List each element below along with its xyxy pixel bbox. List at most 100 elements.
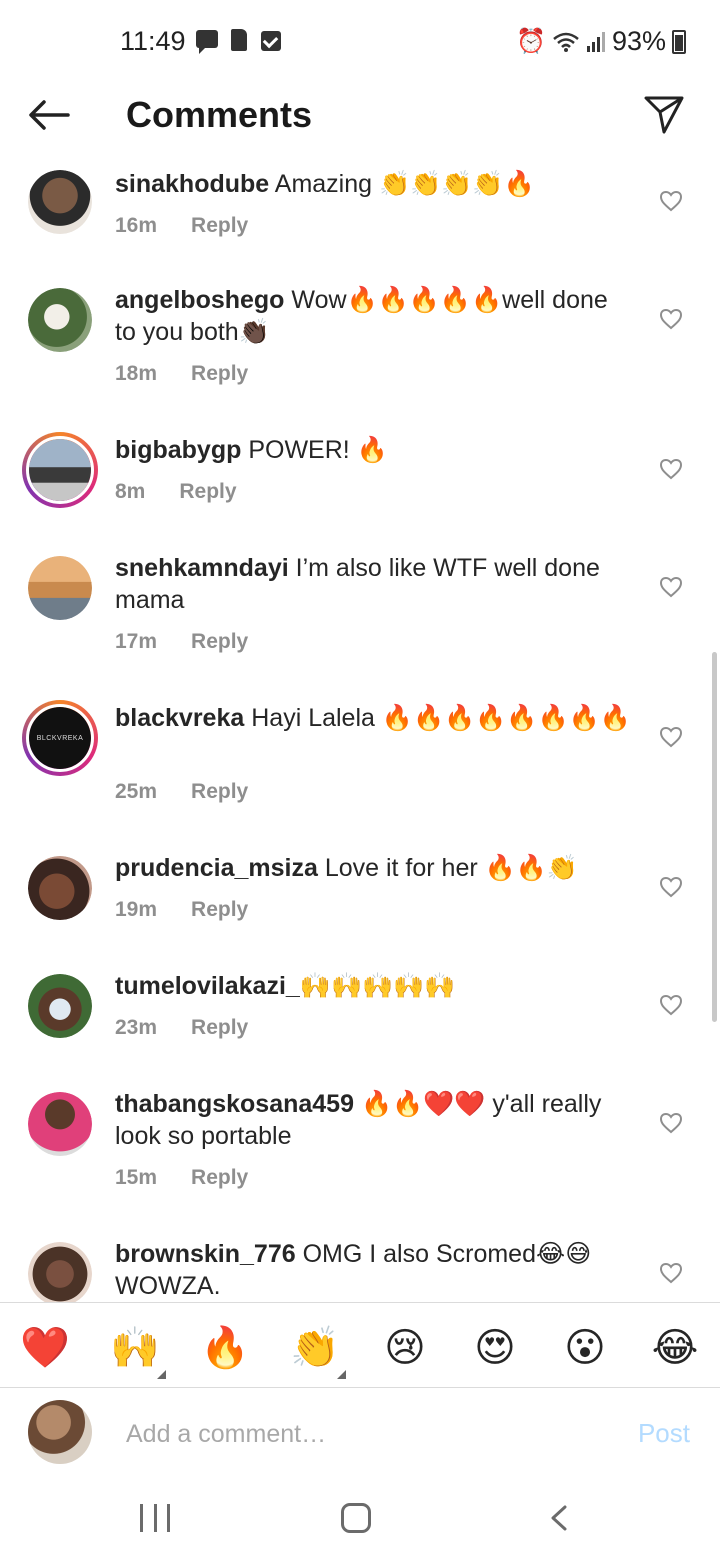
comment-meta: 16m Reply <box>115 214 248 238</box>
avatar[interactable] <box>28 170 92 234</box>
back-arrow-icon[interactable] <box>24 90 74 140</box>
message-notification-icon <box>196 30 218 54</box>
comment-username[interactable]: tumelovilakazi_ <box>115 972 300 1000</box>
battery-percent: 93% <box>611 26 666 56</box>
clapping-hands-emoji: 👏 <box>290 1326 340 1370</box>
recent-apps-icon[interactable] <box>140 1504 170 1532</box>
comment-time: 23m <box>115 1016 158 1039</box>
comment-username[interactable]: sinakhodube <box>115 170 269 198</box>
scrollbar[interactable] <box>712 652 717 1022</box>
comment-meta: 25m Reply <box>115 780 248 804</box>
comment-time: 16m <box>115 214 158 237</box>
reply-button[interactable]: Reply <box>191 630 248 653</box>
alarm-icon: ⏰ <box>516 28 546 55</box>
reaction-clapping-hands[interactable]: 👏 <box>290 1323 346 1379</box>
comment-meta: 18m Reply <box>115 362 248 386</box>
like-heart-icon[interactable] <box>659 1112 683 1134</box>
comment-meta: 15m Reply <box>115 1166 248 1190</box>
skin-tone-indicator <box>157 1370 166 1379</box>
comments-list[interactable]: sinakhodube Amazing 👏👏👏👏🔥 16m Reply angel… <box>0 148 720 1302</box>
battery-icon <box>672 29 686 54</box>
comment-time: 8m <box>115 480 146 503</box>
comment-time: 19m <box>115 898 158 921</box>
reply-button[interactable]: Reply <box>191 362 248 385</box>
comment-body: POWER! 🔥 <box>248 436 388 464</box>
avatar-logo-text: BLCKVREKA <box>29 707 91 769</box>
home-icon[interactable] <box>341 1503 371 1533</box>
comment-body: Amazing 👏👏👏👏🔥 <box>274 170 535 198</box>
status-time: 11:49 <box>120 26 186 56</box>
reaction-tears-of-joy[interactable]: 😂 <box>650 1323 700 1373</box>
like-heart-icon[interactable] <box>659 994 683 1016</box>
like-heart-icon[interactable] <box>659 876 683 898</box>
like-heart-icon[interactable] <box>659 190 683 212</box>
comment-username[interactable]: prudencia_msiza <box>115 854 318 882</box>
comment-text: brownskin_776 OMG I also Scromed😂😅 WOWZA… <box>115 1238 635 1302</box>
comment-input[interactable] <box>126 1414 606 1454</box>
comment-body: 🙌🙌🙌🙌🙌 <box>299 972 456 1000</box>
comment-time: 15m <box>115 1166 158 1189</box>
comment-text: blackvreka Hayi Lalela 🔥🔥🔥🔥🔥🔥🔥🔥 <box>115 702 635 734</box>
reply-button[interactable]: Reply <box>191 214 248 237</box>
raising-hands-emoji: 🙌 <box>110 1326 160 1370</box>
avatar[interactable] <box>28 974 92 1038</box>
comment-username[interactable]: blackvreka <box>115 704 244 732</box>
avatar[interactable] <box>28 1092 92 1156</box>
reaction-crying-face[interactable]: 😢 <box>380 1323 430 1373</box>
comment-meta: 23m Reply <box>115 1016 248 1040</box>
reaction-heart-eyes[interactable]: 😍 <box>470 1323 520 1373</box>
comment-username[interactable]: angelboshego <box>115 286 284 314</box>
reaction-raising-hands[interactable]: 🙌 <box>110 1323 166 1379</box>
avatar[interactable] <box>28 1242 92 1302</box>
comment-text: sinakhodube Amazing 👏👏👏👏🔥 <box>115 168 635 200</box>
comment-text: snehkamndayi I’m also like WTF well done… <box>115 552 635 616</box>
reaction-fire[interactable]: 🔥 <box>200 1323 250 1373</box>
sd-card-icon <box>231 29 247 51</box>
comment-username[interactable]: thabangskosana459 <box>115 1090 354 1118</box>
direct-send-icon[interactable] <box>642 92 686 136</box>
comment-time: 18m <box>115 362 158 385</box>
comment-text: bigbabygp POWER! 🔥 <box>115 434 635 466</box>
page-title: Comments <box>126 94 313 135</box>
comment-body: Love it for her 🔥🔥👏 <box>324 854 578 882</box>
current-user-avatar <box>28 1400 92 1464</box>
avatar-story-ring[interactable]: BLCKVREKA <box>22 700 98 776</box>
avatar[interactable] <box>28 288 92 352</box>
like-heart-icon[interactable] <box>659 458 683 480</box>
like-heart-icon[interactable] <box>659 726 683 748</box>
reply-button[interactable]: Reply <box>191 1016 248 1039</box>
nav-back-icon[interactable] <box>548 1504 570 1532</box>
reaction-red-heart[interactable]: ❤️ <box>20 1323 70 1373</box>
reaction-surprised-face[interactable]: 😮 <box>560 1323 610 1373</box>
comment-meta: 17m Reply <box>115 630 248 654</box>
comment-username[interactable]: snehkamndayi <box>115 554 289 582</box>
comment-composer: Post <box>0 1388 720 1480</box>
like-heart-icon[interactable] <box>659 308 683 330</box>
avatar[interactable] <box>28 856 92 920</box>
status-right: ⏰ 93% <box>516 26 686 57</box>
reply-button[interactable]: Reply <box>191 1166 248 1189</box>
avatar-story-ring[interactable] <box>22 432 98 508</box>
reply-button[interactable]: Reply <box>191 780 248 803</box>
like-heart-icon[interactable] <box>659 576 683 598</box>
comment-time: 17m <box>115 630 158 653</box>
skin-tone-indicator <box>337 1370 346 1379</box>
reply-button[interactable]: Reply <box>191 898 248 921</box>
like-heart-icon[interactable] <box>659 1262 683 1284</box>
comment-username[interactable]: bigbabygp <box>115 436 241 464</box>
quick-reactions-bar: ❤️ 🙌 🔥 👏 😢 😍 😮 😂 <box>0 1302 720 1388</box>
comment-text: angelboshego Wow🔥🔥🔥🔥🔥well done to you bo… <box>115 284 635 348</box>
avatar[interactable] <box>28 556 92 620</box>
comment-username[interactable]: brownskin_776 <box>115 1240 296 1268</box>
wifi-icon <box>553 32 579 52</box>
post-button[interactable]: Post <box>638 1418 690 1449</box>
comment-text: prudencia_msiza Love it for her 🔥🔥👏 <box>115 852 635 884</box>
comment-text: thabangskosana459 🔥🔥❤️❤️ y'all really lo… <box>115 1088 635 1152</box>
signal-icon <box>586 31 605 52</box>
comment-body: Hayi Lalela 🔥🔥🔥🔥🔥🔥🔥🔥 <box>251 704 631 732</box>
status-bar: 11:49 ⏰ 93% <box>0 0 720 84</box>
reply-button[interactable]: Reply <box>179 480 236 503</box>
header: Comments <box>0 84 720 148</box>
comment-time: 25m <box>115 780 158 803</box>
system-nav-bar <box>0 1480 720 1560</box>
